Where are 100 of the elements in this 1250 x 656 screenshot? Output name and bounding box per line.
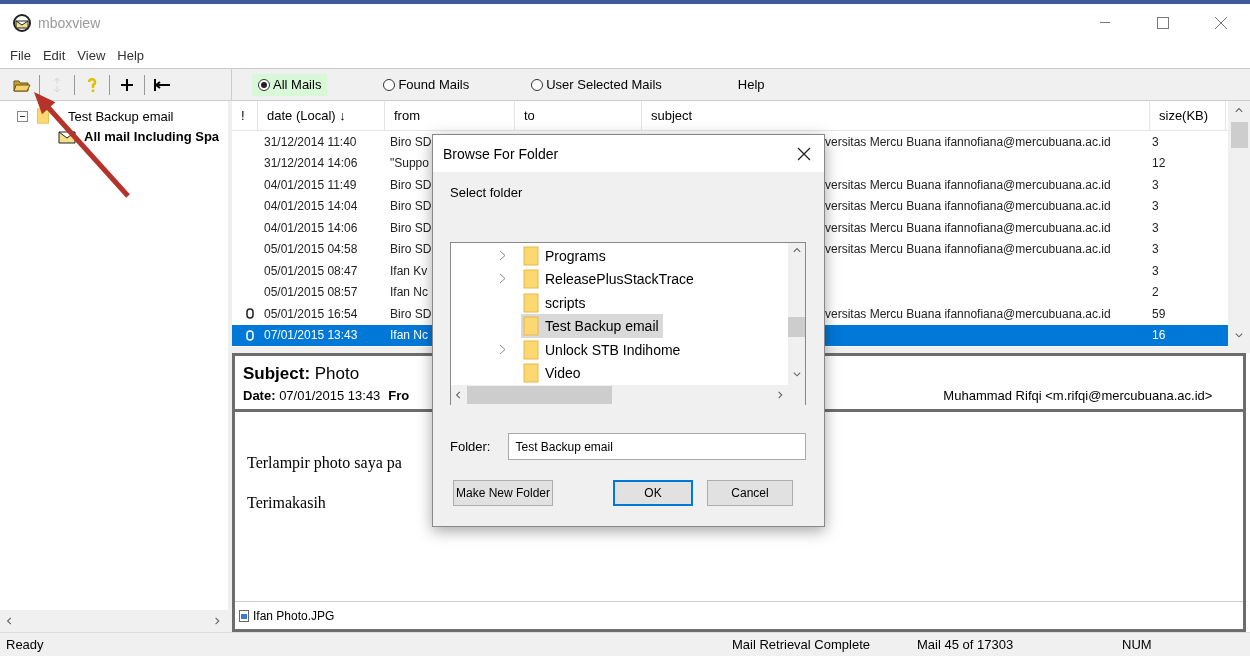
attachment-link[interactable]: Ifan Photo.JPG	[253, 608, 335, 623]
folder-input[interactable]: Test Backup email	[508, 433, 806, 460]
column-header[interactable]: to	[515, 101, 642, 130]
folder-item[interactable]: Test Backup email	[521, 314, 663, 339]
sender-cell: Biro SD	[390, 199, 432, 214]
scroll-up-icon[interactable]	[1235, 107, 1243, 115]
scroll-right-icon[interactable]	[214, 617, 222, 625]
size-cell-text: 3	[1152, 134, 1160, 149]
dialog-button[interactable]: Cancel	[707, 480, 793, 506]
date-cell-text: 04/01/2015 11:49	[264, 177, 358, 192]
scroll-down-icon[interactable]	[792, 371, 801, 379]
date-cell-text: 05/01/2015 16:54	[264, 306, 359, 321]
dialog-title: Browse For Folder	[443, 145, 559, 162]
size-cell-text: 59	[1152, 306, 1167, 321]
chevron-icon[interactable]	[499, 249, 506, 261]
column-header[interactable]: date (Local) ↓	[258, 101, 385, 130]
view-radio[interactable]: Found Mails	[377, 73, 476, 96]
date-cell-text: 05/01/2015 04:58	[264, 242, 359, 257]
size-cell-text: 3	[1152, 177, 1160, 192]
sender-cell-text: Ifan Nc	[390, 328, 429, 343]
sender-cell: Biro SD	[390, 134, 432, 149]
size-cell-text: 3	[1152, 199, 1160, 214]
close-icon	[1215, 17, 1227, 29]
column-header[interactable]: size(KB)	[1150, 101, 1226, 130]
folder-item[interactable]: Unlock STB Indihome	[521, 337, 685, 362]
status-text: Mail Retrieval Complete	[731, 637, 871, 652]
horizontal-scrollbar[interactable]	[451, 385, 805, 405]
plus-icon	[120, 77, 134, 92]
chevron-icon[interactable]	[499, 273, 506, 285]
refresh-icon	[51, 76, 63, 93]
recipient-text: Muhammad Rifqi <m.rifqi@mercubuana.ac.id>	[943, 388, 1214, 403]
chevron-icon[interactable]	[499, 343, 506, 355]
column-header[interactable]: !	[232, 101, 258, 130]
folder-icon	[523, 245, 539, 266]
date-cell-text: 31/12/2014 14:06	[264, 156, 359, 171]
close-icon	[797, 146, 811, 161]
scroll-left-icon[interactable]	[6, 617, 14, 625]
view-radio[interactable]: User Selected Mails	[525, 73, 668, 96]
folder-icon	[523, 339, 539, 360]
status-text: Ready	[5, 637, 45, 652]
view-radio[interactable]: All Mails	[252, 73, 328, 96]
maximize-icon	[1157, 17, 1169, 29]
size-cell-text: 3	[1152, 220, 1160, 235]
size-cell-text: 16	[1152, 328, 1167, 343]
vertical-scrollbar[interactable]	[788, 243, 805, 385]
folder-icon	[523, 269, 539, 290]
date-cell-text: 04/01/2015 14:06	[264, 220, 359, 235]
tree-item[interactable]: All mail Including Spa	[84, 128, 220, 144]
scroll-left-icon[interactable]	[455, 391, 463, 399]
dialog-button[interactable]: Make New Folder	[453, 480, 553, 506]
menu-item[interactable]: Help	[111, 47, 151, 63]
date-line: Date: 07/01/2015 13:43	[243, 388, 382, 403]
sender-cell: Biro SD	[390, 306, 432, 321]
image-file-icon	[239, 609, 249, 622]
message-text: Terimakasih	[247, 494, 327, 512]
column-header[interactable]: from	[385, 101, 515, 130]
folder-item[interactable]: scripts	[521, 290, 590, 315]
size-cell-text: 2	[1152, 285, 1160, 300]
tree-expander[interactable]	[17, 110, 28, 122]
subject-line: Subject: Photo	[243, 364, 360, 384]
arrow-to-bar-icon	[153, 77, 171, 92]
menu-item[interactable]: Edit	[36, 47, 72, 63]
folder-icon	[523, 316, 539, 337]
size-cell-text: 3	[1152, 263, 1160, 278]
dialog-prompt: Select folder	[450, 185, 523, 200]
scroll-down-icon[interactable]	[1235, 332, 1243, 340]
date-cell-text: 05/01/2015 08:47	[264, 263, 359, 278]
message-text: Terlampir photo saya pa	[247, 454, 403, 472]
date-cell-text: 31/12/2014 11:40	[264, 134, 358, 149]
vertical-scrollbar[interactable]	[1228, 101, 1250, 347]
horizontal-scrollbar[interactable]	[0, 610, 228, 632]
sender-cell-text: "Suppo	[390, 156, 430, 171]
column-header[interactable]: subject	[642, 101, 1150, 130]
status-text: Mail 45 of 17303	[916, 637, 1015, 652]
sender-cell-text: Ifan Nc	[390, 285, 429, 300]
date-cell-text: 05/01/2015 08:57	[264, 285, 359, 300]
folder-icon	[523, 363, 539, 384]
subject-cell: versitas Mercu Buana ifannofiana@mercubuana.ac.id	[825, 306, 1111, 321]
menu-item[interactable]: View	[71, 47, 112, 63]
folder-item[interactable]: Video	[521, 361, 585, 386]
scroll-thumb[interactable]	[788, 317, 805, 337]
tree-item[interactable]: Test Backup email	[68, 108, 174, 124]
dialog-button[interactable]: OK	[613, 480, 693, 506]
menu-item[interactable]: File	[4, 47, 37, 63]
scroll-right-icon[interactable]	[777, 391, 785, 399]
subject-cell: versitas Mercu Buana ifannofiana@mercubuana.ac.id	[825, 220, 1111, 235]
scroll-thumb[interactable]	[1230, 122, 1248, 148]
sender-cell: Biro SD	[390, 242, 432, 257]
date-cell-text: 07/01/2015 13:43	[264, 328, 359, 343]
from-label: Fro	[388, 388, 410, 403]
scroll-up-icon[interactable]	[792, 247, 801, 255]
sender-cell: Biro SD	[390, 220, 432, 235]
folder-item[interactable]: Programs	[521, 243, 610, 268]
sender-cell-text: Ifan Kv	[390, 263, 429, 278]
date-cell-text: 04/01/2015 14:04	[264, 199, 359, 214]
help-label[interactable]: Help	[737, 77, 765, 92]
folder-label: Folder:	[450, 439, 491, 454]
size-cell-text: 3	[1152, 242, 1160, 257]
folder-item[interactable]: ReleasePlusStackTrace	[521, 267, 698, 292]
minimize-icon	[1100, 22, 1110, 24]
